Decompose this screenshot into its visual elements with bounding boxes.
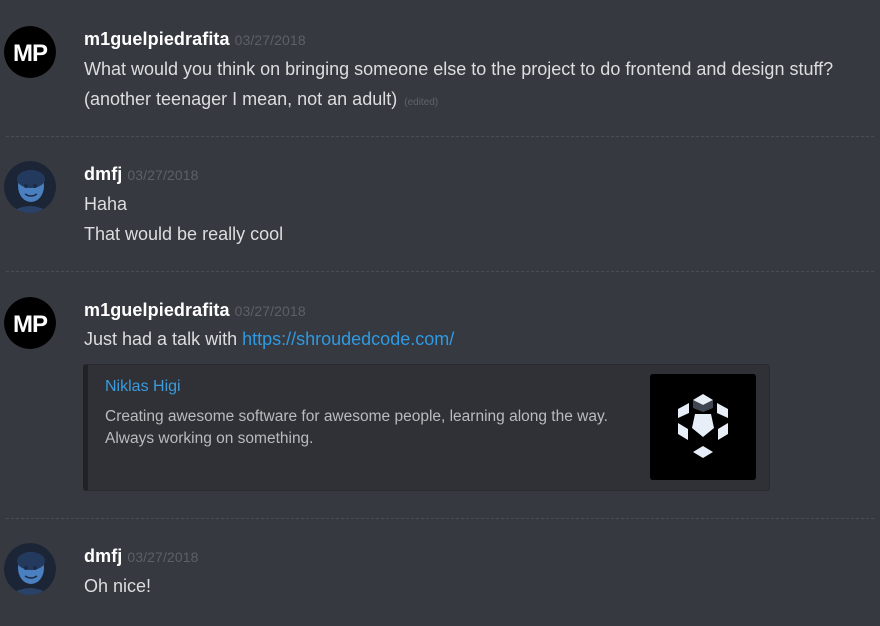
author-row: m1guelpiedrafita 03/27/2018 xyxy=(84,300,306,321)
message-text: Oh nice! xyxy=(84,576,152,596)
mp-logo-avatar-icon: MP xyxy=(4,297,56,349)
embed-description: Creating awesome software for awesome pe… xyxy=(105,408,608,447)
message-text: What would you think on bringing someone… xyxy=(84,59,834,79)
avatar[interactable] xyxy=(4,161,56,213)
message-text: (another teenager I mean, not an adult) … xyxy=(84,89,438,110)
author-name[interactable]: dmfj xyxy=(84,546,122,566)
author-row: dmfj 03/27/2018 xyxy=(84,164,198,185)
avatar[interactable]: MP xyxy=(4,297,56,349)
cube-logo-icon xyxy=(650,374,756,480)
author-row: dmfj 03/27/2018 xyxy=(84,546,198,567)
avatar[interactable] xyxy=(4,543,56,595)
svg-text:MP: MP xyxy=(13,311,48,338)
timestamp: 03/27/2018 xyxy=(127,167,199,183)
author-row: m1guelpiedrafita 03/27/2018 xyxy=(84,29,306,50)
author-name[interactable]: dmfj xyxy=(84,164,122,184)
mp-logo-avatar-icon: MP xyxy=(4,26,56,78)
message-text: Haha xyxy=(84,194,128,214)
svg-text:MP: MP xyxy=(13,40,48,67)
edited-label: (edited) xyxy=(404,97,439,108)
message-link[interactable]: https://shroudedcode.com/ xyxy=(242,329,454,349)
embed-title-link[interactable]: Niklas Higi xyxy=(105,378,181,396)
avatar[interactable]: MP xyxy=(4,26,56,78)
embed-thumbnail[interactable] xyxy=(650,374,756,480)
link-embed: Niklas Higi Creating awesome software fo… xyxy=(83,364,770,491)
message-divider xyxy=(6,518,874,519)
user-photo-avatar-icon xyxy=(4,161,56,213)
timestamp: 03/27/2018 xyxy=(234,303,306,319)
message-text-content: Just had a talk with xyxy=(84,329,243,349)
author-name[interactable]: m1guelpiedrafita xyxy=(84,29,230,49)
message-text-content: (another teenager I mean, not an adult) xyxy=(84,89,398,109)
message-divider xyxy=(6,271,874,272)
timestamp: 03/27/2018 xyxy=(234,32,306,48)
message-text: Just had a talk with https://shroudedcod… xyxy=(84,329,454,350)
message-divider xyxy=(6,136,874,137)
message-text: That would be really cool xyxy=(84,224,284,244)
author-name[interactable]: m1guelpiedrafita xyxy=(84,300,230,320)
user-photo-avatar-icon xyxy=(4,543,56,595)
timestamp: 03/27/2018 xyxy=(127,549,199,565)
